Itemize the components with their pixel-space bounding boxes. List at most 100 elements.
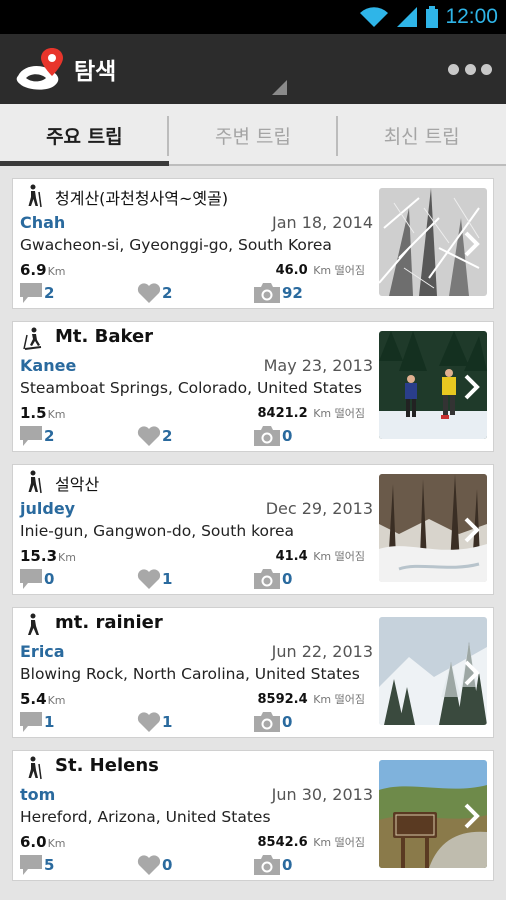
likes-stat[interactable]: 1 <box>137 710 172 734</box>
trip-away-distance: 41.4 Km 떨어짐 <box>276 548 365 564</box>
signal-icon <box>397 7 418 27</box>
trip-card[interactable]: 설악산 juldey Dec 29, 2013 Inie-gun, Gangwo… <box>12 464 494 595</box>
distance-value: 1.5 <box>20 404 47 422</box>
likes-count: 2 <box>162 284 173 302</box>
heart-icon <box>137 569 161 589</box>
likes-stat[interactable]: 0 <box>137 853 172 877</box>
comments-stat[interactable]: 5 <box>19 853 54 877</box>
status-bar: 12:00 <box>0 0 506 34</box>
trip-user[interactable]: Kanee <box>20 356 76 375</box>
photos-count: 0 <box>282 713 293 731</box>
trip-user[interactable]: juldey <box>20 499 75 518</box>
trip-title: 청계산(과천청사역~옛골) <box>55 189 229 208</box>
menu-dot-icon <box>464 63 476 75</box>
hiking-icon <box>28 756 42 780</box>
comment-icon <box>20 855 42 875</box>
away-unit: Km 떨어짐 <box>313 693 365 706</box>
status-time: 12:00 <box>445 5 498 28</box>
wifi-icon <box>360 7 389 27</box>
trip-location: Blowing Rock, North Carolina, United Sta… <box>20 665 360 683</box>
trip-list[interactable]: 청계산(과천청사역~옛골) Chah Jan 18, 2014 Gwacheon… <box>0 166 506 900</box>
comments-stat[interactable]: 1 <box>19 710 54 734</box>
trip-away-distance: 8592.4 Km 떨어짐 <box>258 691 366 707</box>
comments-count: 2 <box>44 284 55 302</box>
chevron-right-icon[interactable] <box>461 229 483 259</box>
trip-title: 설악산 <box>55 475 100 494</box>
away-unit: Km 떨어짐 <box>313 407 365 420</box>
away-value: 8592.4 <box>257 692 308 707</box>
likes-stat[interactable]: 2 <box>137 281 172 305</box>
chevron-right-icon[interactable] <box>461 801 483 831</box>
likes-count: 2 <box>162 427 173 445</box>
likes-stat[interactable]: 2 <box>137 424 172 448</box>
heart-icon <box>137 426 161 446</box>
likes-count: 1 <box>162 570 173 588</box>
trip-title: mt. rainier <box>55 612 163 633</box>
status-icons: 12:00 <box>359 0 498 34</box>
distance-unit: Km <box>47 265 66 278</box>
chevron-right-icon[interactable] <box>461 658 483 688</box>
camera-icon <box>254 283 280 303</box>
trip-distance: 1.5Km <box>20 404 66 422</box>
trip-user[interactable]: Erica <box>20 642 65 661</box>
tab-bar: 주요 트립 주변 트립 최신 트립 <box>0 104 506 166</box>
trip-distance: 6.0Km <box>20 833 66 851</box>
likes-stat[interactable]: 1 <box>137 567 172 591</box>
page-title[interactable]: 탐색 <box>74 52 116 86</box>
menu-dot-icon <box>448 63 459 75</box>
photos-count: 92 <box>282 284 303 302</box>
camera-icon <box>254 426 280 446</box>
tab-divider <box>336 116 338 156</box>
trip-location: Hereford, Arizona, United States <box>20 808 271 826</box>
menu-dot-icon <box>481 63 492 75</box>
photos-stat[interactable]: 0 <box>253 567 292 591</box>
comments-count: 2 <box>44 427 55 445</box>
tab-recent-trips[interactable]: 최신 트립 <box>337 104 506 166</box>
trip-date: Jun 22, 2013 <box>271 642 373 661</box>
comments-count: 5 <box>44 856 55 874</box>
comment-icon <box>20 569 42 589</box>
tab-featured-trips[interactable]: 주요 트립 <box>0 104 169 166</box>
camera-icon <box>254 569 280 589</box>
hiking-icon <box>28 184 42 208</box>
trip-away-distance: 46.0 Km 떨어짐 <box>276 262 365 278</box>
photos-stat[interactable]: 0 <box>253 424 292 448</box>
comments-stat[interactable]: 0 <box>19 567 54 591</box>
trip-away-distance: 8542.6 Km 떨어짐 <box>258 834 366 850</box>
distance-unit: Km <box>47 837 66 850</box>
trip-user[interactable]: tom <box>20 785 55 804</box>
away-unit: Km 떨어짐 <box>313 836 365 849</box>
trip-title: Mt. Baker <box>55 326 154 347</box>
comment-icon <box>20 426 42 446</box>
comment-icon <box>20 712 42 732</box>
photos-stat[interactable]: 0 <box>253 853 292 877</box>
chevron-right-icon[interactable] <box>461 372 483 402</box>
heart-icon <box>137 283 161 303</box>
chevron-right-icon[interactable] <box>461 515 483 545</box>
distance-value: 6.0 <box>20 833 47 851</box>
app-logo-icon[interactable] <box>14 46 66 94</box>
away-value: 46.0 <box>275 263 308 278</box>
photos-count: 0 <box>282 570 293 588</box>
trip-card[interactable]: St. Helens tom Jun 30, 2013 Hereford, Ar… <box>12 750 494 881</box>
trip-card[interactable]: Mt. Baker Kanee May 23, 2013 Steamboat S… <box>12 321 494 452</box>
photos-stat[interactable]: 0 <box>253 710 292 734</box>
trip-date: Dec 29, 2013 <box>265 499 373 518</box>
trip-distance: 15.3Km <box>20 547 76 565</box>
overflow-menu-button[interactable] <box>448 58 492 80</box>
spinner-indicator-icon <box>272 80 287 95</box>
trip-card[interactable]: 청계산(과천청사역~옛골) Chah Jan 18, 2014 Gwacheon… <box>12 178 494 309</box>
trip-distance: 5.4Km <box>20 690 66 708</box>
away-value: 8421.2 <box>257 406 308 421</box>
comments-stat[interactable]: 2 <box>19 281 54 305</box>
distance-value: 6.9 <box>20 261 47 279</box>
photos-count: 0 <box>282 427 293 445</box>
trip-card[interactable]: mt. rainier Erica Jun 22, 2013 Blowing R… <box>12 607 494 738</box>
photos-stat[interactable]: 92 <box>253 281 303 305</box>
tab-nearby-trips[interactable]: 주변 트립 <box>168 104 338 166</box>
trip-user[interactable]: Chah <box>20 213 65 232</box>
comments-count: 1 <box>44 713 55 731</box>
camera-icon <box>254 712 280 732</box>
away-value: 41.4 <box>275 549 308 564</box>
comments-stat[interactable]: 2 <box>19 424 54 448</box>
